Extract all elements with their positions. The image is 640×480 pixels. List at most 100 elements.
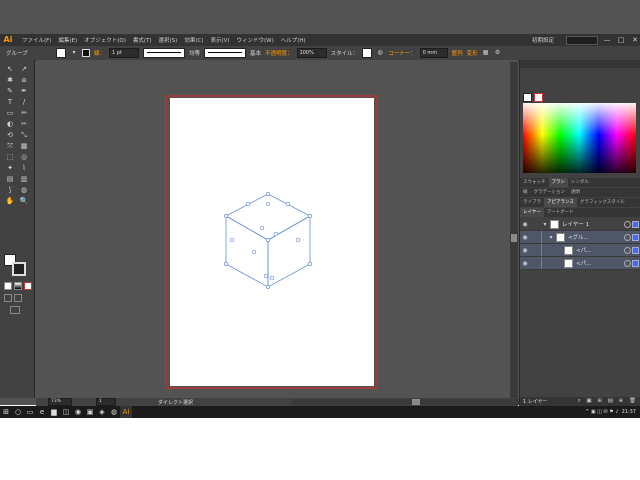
tool-icon[interactable]: ⤡ [17, 130, 31, 141]
variable-width-profile[interactable] [143, 48, 186, 58]
layer-row[interactable]: ◉ <パ... [520, 244, 640, 257]
center-point[interactable] [269, 275, 275, 281]
minimize-button[interactable]: — [602, 35, 612, 45]
target-icon[interactable] [624, 233, 631, 241]
illustrator-taskbar-icon[interactable]: Ai [120, 406, 132, 418]
tab-libraries[interactable]: ライブラ [520, 198, 544, 207]
anchor-point[interactable] [266, 238, 270, 242]
menu-help[interactable]: ヘルプ(H) [281, 36, 306, 44]
tool-icon[interactable]: ▤ [3, 174, 17, 185]
anchor-point[interactable] [224, 214, 228, 218]
fill-swatch[interactable] [56, 48, 66, 58]
target-icon[interactable] [624, 259, 631, 267]
color-mode-icon[interactable] [4, 282, 12, 290]
center-point[interactable] [263, 273, 269, 279]
eye-icon[interactable]: ◉ [520, 234, 530, 241]
tool-icon[interactable]: 🔍 [17, 196, 31, 207]
close-button[interactable]: ✕ [630, 35, 640, 45]
tool-icon[interactable]: ◍ [17, 185, 31, 196]
layer-name[interactable]: レイヤー 1 [562, 220, 589, 228]
tab-gradient[interactable]: グラデーション [531, 188, 568, 197]
layer-row[interactable]: ◉ ▾ <グル... [520, 231, 640, 244]
maximize-button[interactable]: □ [616, 35, 626, 45]
selection-indicator[interactable] [632, 259, 639, 267]
draw-behind-icon[interactable] [14, 294, 22, 302]
settings-icon[interactable]: ⚙ [494, 49, 502, 57]
expand-triangle-icon[interactable]: ▾ [540, 221, 550, 228]
selection-indicator[interactable] [632, 246, 639, 254]
tool-icon[interactable]: ↗ [17, 64, 31, 75]
layer-name[interactable]: <グル... [568, 233, 589, 241]
layer-name[interactable]: <パ... [576, 246, 591, 254]
menu-type[interactable]: 書式(T) [133, 36, 152, 44]
corner-label[interactable]: コーナー： [388, 49, 416, 57]
menu-object[interactable]: オブジェクト(O) [84, 36, 126, 44]
tool-icon[interactable]: ↖ [3, 64, 17, 75]
target-icon[interactable] [624, 246, 631, 254]
cube-drawing[interactable] [170, 98, 374, 386]
tool-icon[interactable]: ⟆ [3, 185, 17, 196]
anchor-point[interactable] [308, 262, 312, 266]
tool-icon[interactable]: ɷ [17, 75, 31, 86]
tab-appearance[interactable]: アピアランス [544, 198, 577, 207]
recolor-icon[interactable]: ◍ [376, 49, 384, 57]
horizontal-scroll-thumb[interactable] [412, 399, 420, 405]
tool-icon[interactable]: ⌇ [17, 163, 31, 174]
center-point[interactable] [259, 225, 265, 231]
app-icon[interactable]: ▣ [84, 406, 96, 418]
tab-symbols[interactable]: シンボル [568, 178, 592, 187]
stroke-weight-field[interactable]: 1 pt [109, 48, 140, 58]
menu-window[interactable]: ウィンドウ(W) [237, 36, 274, 44]
app-icon[interactable]: ◈ [96, 406, 108, 418]
chevron-down-icon[interactable]: ▾ [70, 49, 78, 57]
tool-icon[interactable]: ▭ [3, 108, 17, 119]
clock[interactable]: 21:37 [622, 409, 636, 415]
tool-icon[interactable]: ✏ [17, 108, 31, 119]
isolate-icon[interactable]: ▦ [482, 49, 490, 57]
task-view-icon[interactable]: ▭ [24, 406, 36, 418]
gradient-mode-icon[interactable] [14, 282, 22, 290]
tab-brushes[interactable]: ブラシ [548, 178, 568, 187]
center-point[interactable] [295, 237, 301, 243]
center-point[interactable] [273, 231, 279, 237]
center-point[interactable] [229, 237, 235, 243]
tool-icon[interactable]: ✂ [17, 119, 31, 130]
app-icon[interactable]: ◍ [108, 406, 120, 418]
start-button[interactable]: ⊞ [0, 406, 12, 418]
vertical-scroll-thumb[interactable] [511, 234, 517, 242]
cube-right-face[interactable] [267, 215, 311, 288]
corner-field[interactable]: 0 mm [419, 48, 448, 58]
anchor-point[interactable] [308, 214, 312, 218]
stroke-color-box[interactable] [12, 262, 26, 276]
tool-icon[interactable]: ✎ [3, 86, 17, 97]
tool-icon[interactable]: ▥ [17, 174, 31, 185]
chrome-icon[interactable]: ◉ [72, 406, 84, 418]
opacity-label[interactable]: 不透明度： [265, 49, 293, 57]
cortana-icon[interactable]: ○ [12, 406, 24, 418]
tool-icon[interactable]: ✋ [3, 196, 17, 207]
tab-layers[interactable]: レイヤー [520, 208, 544, 217]
layer-name[interactable]: <パ... [576, 259, 591, 267]
zoom-field[interactable]: 73% [48, 398, 72, 406]
selection-indicator[interactable] [632, 233, 639, 241]
anchor-point[interactable] [224, 262, 228, 266]
tool-icon[interactable]: ◐ [3, 119, 17, 130]
menu-effect[interactable]: 効果(C) [184, 36, 203, 44]
color-spectrum[interactable] [523, 103, 636, 173]
layers-footer-icons[interactable]: ⌕ ▣ ⊞ ▤ ⊕ 🗑 [578, 398, 638, 405]
tool-icon[interactable]: / [17, 97, 31, 108]
eye-icon[interactable]: ◉ [520, 221, 530, 228]
center-point[interactable] [251, 249, 257, 255]
anchor-point[interactable] [266, 192, 270, 196]
style-swatch[interactable] [362, 48, 373, 58]
anchor-point[interactable] [266, 285, 270, 289]
screen-mode-icon[interactable] [10, 306, 20, 314]
none-swatch[interactable] [534, 93, 543, 102]
canvas-area[interactable] [36, 60, 518, 398]
tool-icon[interactable]: ◎ [17, 152, 31, 163]
horizontal-scrollbar[interactable] [292, 399, 540, 405]
tab-artboards[interactable]: アートボード [544, 208, 577, 217]
layer-row[interactable]: ◉ <パ... [520, 257, 640, 270]
tool-icon[interactable]: ▦ [17, 141, 31, 152]
menu-select[interactable]: 選択(S) [159, 36, 178, 44]
